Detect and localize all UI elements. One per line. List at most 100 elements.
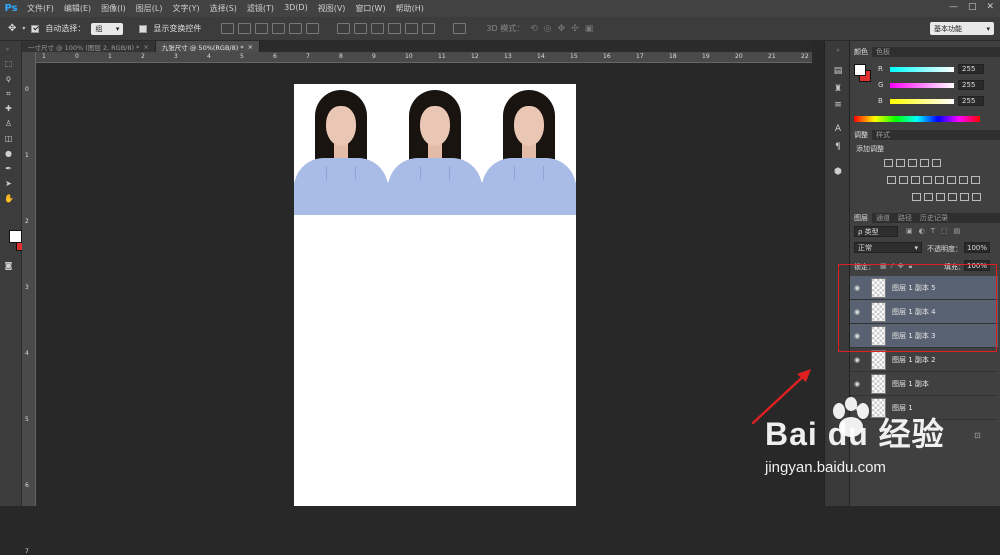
3d-rotate-icon[interactable]: ⟲ [530, 24, 538, 34]
distribute-top-icon[interactable] [337, 23, 351, 34]
clone-stamp-tool-icon[interactable]: ♙ [4, 119, 13, 128]
visibility-eye-icon[interactable]: ◉ [850, 284, 864, 292]
chevron-down-icon[interactable]: ▾ [22, 25, 25, 32]
align-hcenter-icon[interactable] [289, 23, 303, 34]
color-foreground-swatch[interactable] [854, 64, 866, 76]
tab-one-inch[interactable]: 一寸尺寸 @ 100% (图层 2, RGB/8) * × [22, 41, 156, 52]
adjustment-icon[interactable] [920, 159, 929, 167]
align-vcenter-icon[interactable] [238, 23, 252, 34]
align-top-icon[interactable] [221, 23, 235, 34]
adjustment-icon[interactable] [947, 176, 956, 184]
foreground-color-swatch[interactable] [9, 230, 22, 243]
eraser-tool-icon[interactable]: ◫ [4, 134, 13, 143]
3d-slide-icon[interactable]: ✣ [571, 24, 579, 34]
adjustment-icon[interactable] [936, 193, 945, 201]
tab-adjustments[interactable]: 调整 [850, 130, 872, 140]
opacity-value[interactable]: 100% [964, 242, 990, 253]
close-button[interactable]: ✕ [986, 2, 994, 12]
tab-layers[interactable]: 图层 [850, 213, 872, 223]
distribute-right-icon[interactable] [422, 23, 436, 34]
adjustment-icon[interactable] [972, 193, 981, 201]
distribute-vcenter-icon[interactable] [354, 23, 368, 34]
hand-tool-icon[interactable]: ✋ [4, 194, 14, 203]
visibility-eye-icon[interactable]: ◉ [850, 332, 864, 340]
maximize-button[interactable]: □ [968, 2, 977, 12]
3d-pan-icon[interactable]: ✥ [558, 24, 566, 34]
auto-align-icon[interactable] [453, 23, 467, 34]
fill-value[interactable]: 100% [964, 260, 990, 271]
crop-tool-icon[interactable]: ⌗ [4, 89, 13, 98]
canvas-area[interactable] [36, 63, 812, 506]
paragraph-icon[interactable]: ¶ [832, 141, 844, 153]
close-icon[interactable]: × [143, 43, 148, 51]
b-value[interactable]: 255 [958, 96, 984, 106]
b-slider[interactable] [890, 98, 954, 104]
tab-swatches[interactable]: 色板 [872, 47, 894, 57]
adjustment-icon[interactable] [960, 193, 969, 201]
tab-history[interactable]: 历史记录 [916, 213, 952, 223]
filter-type-icon[interactable]: T [931, 227, 935, 235]
r-value[interactable]: 255 [958, 64, 984, 74]
adjustment-icon[interactable] [899, 176, 908, 184]
color-spectrum[interactable] [854, 116, 980, 122]
move-tool-icon[interactable]: ✥ [8, 23, 16, 34]
workspace-dropdown[interactable]: 基本功能 ▾ [930, 22, 994, 35]
pen-tool-icon[interactable]: ✒ [4, 164, 13, 173]
align-right-icon[interactable] [306, 23, 320, 34]
adjustment-icon[interactable] [924, 193, 933, 201]
properties-icon[interactable]: ≡ [832, 99, 844, 111]
blur-tool-icon[interactable]: ● [4, 149, 13, 158]
layer-row[interactable]: ◉ 图层 1 副本 2 [850, 348, 998, 372]
menu-item-5[interactable]: 选择(S) [205, 3, 242, 14]
visibility-eye-icon[interactable]: ◉ [850, 308, 864, 316]
close-icon[interactable]: × [248, 43, 253, 51]
adjustment-icon[interactable] [908, 159, 917, 167]
lock-paint-icon[interactable]: ⁄ [892, 262, 893, 271]
minimize-button[interactable]: — [949, 2, 958, 12]
tab-styles[interactable]: 样式 [872, 130, 894, 140]
auto-select-checkbox[interactable] [31, 24, 40, 33]
menu-item-3[interactable]: 图层(L) [131, 3, 168, 14]
align-bottom-icon[interactable] [255, 23, 269, 34]
g-value[interactable]: 255 [958, 80, 984, 90]
lasso-tool-icon[interactable]: ϙ [4, 74, 13, 83]
menu-item-1[interactable]: 编辑(E) [59, 3, 96, 14]
menu-item-9[interactable]: 窗口(W) [350, 3, 390, 14]
adjustment-icon[interactable] [932, 159, 941, 167]
adjustment-icon[interactable] [923, 176, 932, 184]
menu-item-0[interactable]: 文件(F) [22, 3, 59, 14]
adjustment-icon[interactable] [948, 193, 957, 201]
filter-pixel-icon[interactable]: ▣ [906, 227, 913, 235]
menu-item-2[interactable]: 图像(I) [96, 3, 131, 14]
lock-all-icon[interactable]: 🔒︎ [909, 262, 913, 271]
lock-position-icon[interactable]: ✥ [898, 262, 904, 271]
adjustment-icon[interactable] [959, 176, 968, 184]
adjustment-icon[interactable] [896, 159, 905, 167]
layer-filter-dropdown[interactable]: ρ 类型 [854, 226, 898, 237]
tab-nine-photos[interactable]: 九张尺寸 @ 50%(RGB/8) * × [155, 41, 261, 52]
filter-shape-icon[interactable]: ⬚ [941, 227, 948, 235]
collapse-icon[interactable]: » [3, 45, 12, 54]
filter-adjust-icon[interactable]: ◐ [919, 227, 925, 235]
layer-row[interactable]: ◉ 图层 1 副本 5 [850, 276, 998, 300]
quick-mask-icon[interactable]: ◙ [4, 261, 13, 270]
path-select-tool-icon[interactable]: ➤ [4, 179, 13, 188]
character-icon[interactable]: A [832, 123, 844, 135]
document-canvas[interactable] [294, 84, 576, 506]
3d-roll-icon[interactable]: ◎ [544, 24, 552, 34]
spot-heal-tool-icon[interactable]: ✚ [4, 104, 13, 113]
visibility-eye-icon[interactable]: ◉ [850, 356, 864, 364]
tab-paths[interactable]: 路径 [894, 213, 916, 223]
distribute-bottom-icon[interactable] [371, 23, 385, 34]
filter-smart-icon[interactable]: ▤ [954, 227, 961, 235]
3d-icon[interactable]: ⬢ [832, 166, 844, 178]
show-transform-checkbox[interactable] [139, 24, 148, 33]
r-slider[interactable] [890, 66, 954, 72]
distribute-hcenter-icon[interactable] [405, 23, 419, 34]
collapse-icon[interactable]: « [832, 45, 844, 57]
layer-row[interactable]: ◉ 图层 1 副本 3 [850, 324, 998, 348]
menu-item-8[interactable]: 视图(V) [313, 3, 351, 14]
g-slider[interactable] [890, 82, 954, 88]
layer-row[interactable]: ◉ 图层 1 副本 4 [850, 300, 998, 324]
menu-item-4[interactable]: 文字(Y) [167, 3, 204, 14]
